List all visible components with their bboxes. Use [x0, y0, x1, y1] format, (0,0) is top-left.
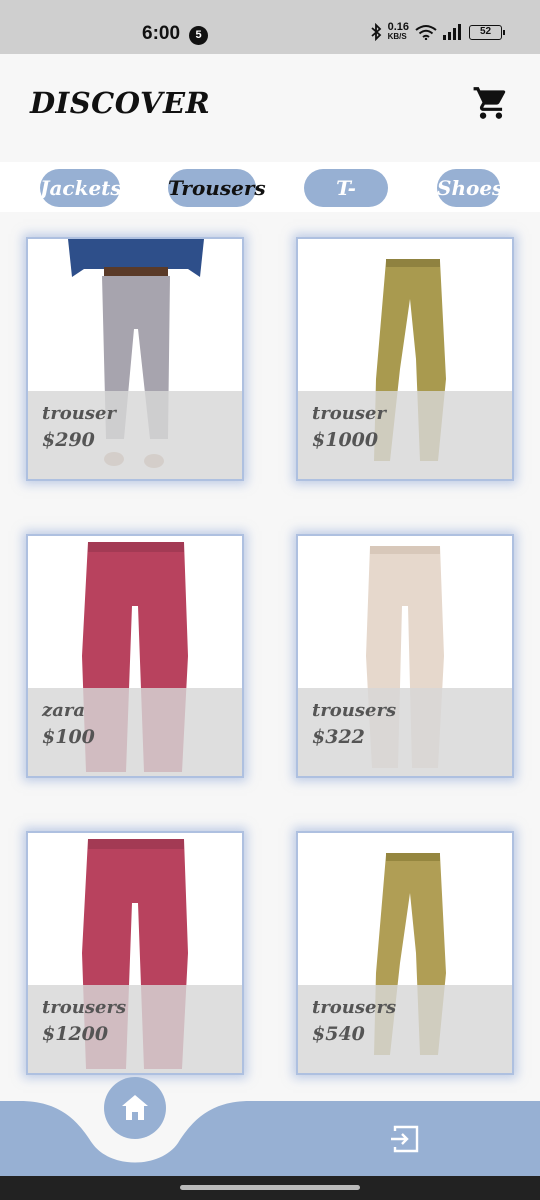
product-name: trouser [312, 403, 386, 424]
product-card[interactable]: trouser $290 [26, 237, 244, 481]
product-card[interactable]: trouser $1000 [296, 237, 514, 481]
network-speed: 0.16 KB/S [387, 21, 409, 42]
tab-trousers[interactable]: Trousers [168, 169, 266, 207]
home-icon [122, 1095, 148, 1120]
status-icons: 0.16 KB/S 52 [370, 21, 505, 42]
bluetooth-icon [370, 23, 381, 41]
product-price: $290 [42, 429, 95, 451]
status-bar: 6:00 5 0.16 KB/S 52 [0, 0, 540, 54]
tab-t-shirts[interactable]: T-Shirts [304, 169, 388, 238]
product-card[interactable]: trousers $322 [296, 534, 514, 778]
product-caption: trouser $290 [28, 391, 242, 479]
product-caption: trousers $322 [298, 688, 512, 776]
wifi-icon [415, 25, 437, 40]
home-button[interactable] [104, 1077, 166, 1139]
bottom-nav-bar [0, 1101, 540, 1176]
product-caption: trousers $540 [298, 985, 512, 1073]
product-card[interactable]: trousers $540 [296, 831, 514, 1075]
status-time: 6:00 [142, 23, 181, 44]
page-title: DISCOVER [30, 86, 211, 120]
app-header: DISCOVER [0, 54, 540, 162]
product-caption: trouser $1000 [298, 391, 512, 479]
tab-shoes[interactable]: Shoes [437, 169, 503, 207]
product-price: $1200 [42, 1023, 109, 1045]
gesture-handle[interactable] [180, 1185, 360, 1190]
battery-icon: 52 [469, 24, 505, 40]
product-price: $100 [42, 726, 95, 748]
cart-icon[interactable] [472, 84, 510, 122]
product-name: trousers [42, 997, 127, 1018]
product-name: trousers [312, 700, 397, 721]
product-name: trouser [42, 403, 116, 424]
logout-icon[interactable] [389, 1123, 421, 1155]
notification-badge: 5 [189, 26, 208, 45]
product-caption: trousers $1200 [28, 985, 242, 1073]
product-price: $540 [312, 1023, 365, 1045]
signal-icon [443, 24, 461, 40]
product-price: $1000 [312, 429, 379, 451]
product-name: zara [42, 700, 86, 721]
product-caption: zara $100 [28, 688, 242, 776]
category-tabs: Jackets Trousers T-Shirts Shoes [0, 162, 540, 238]
tab-jackets[interactable]: Jackets [40, 169, 122, 207]
product-price: $322 [312, 726, 365, 748]
product-card[interactable]: trousers $1200 [26, 831, 244, 1075]
product-card[interactable]: zara $100 [26, 534, 244, 778]
product-name: trousers [312, 997, 397, 1018]
